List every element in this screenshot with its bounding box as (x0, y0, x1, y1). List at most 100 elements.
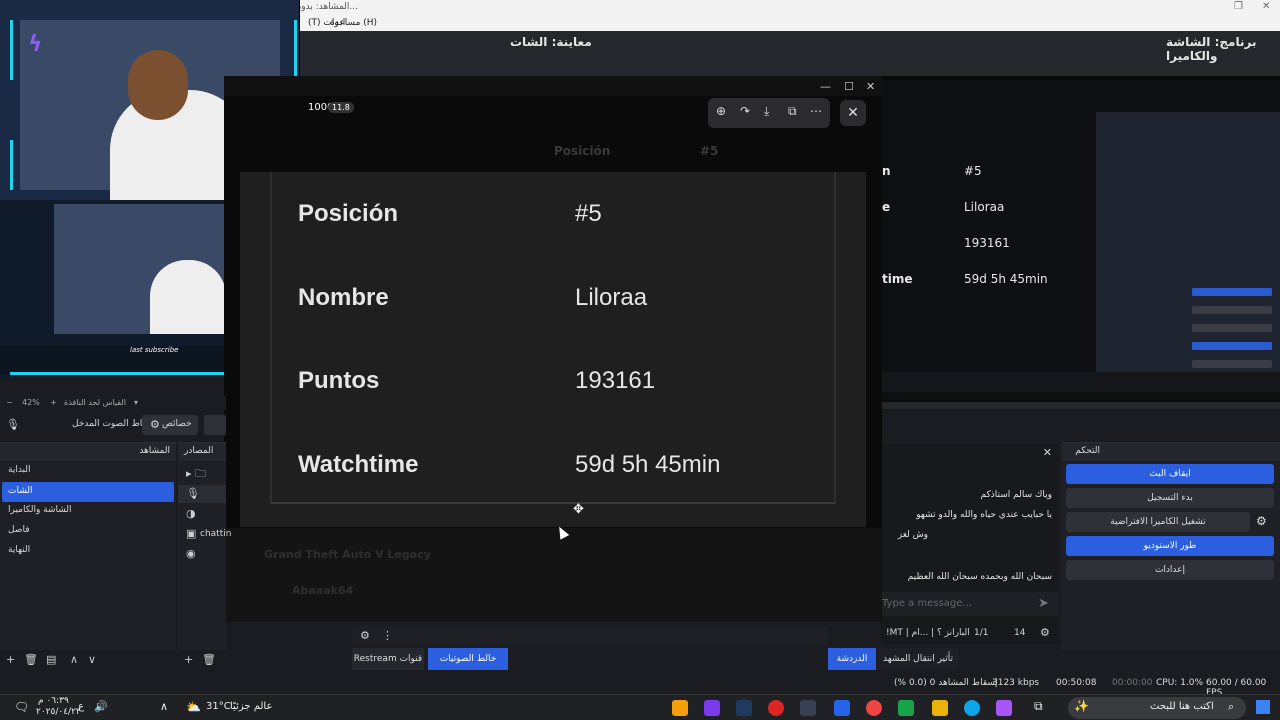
source-item[interactable]: 🎙 (178, 485, 226, 503)
maximize-icon[interactable]: ☐ (844, 80, 854, 93)
edge-icon[interactable] (964, 700, 980, 716)
rank-card-image: Posición #5 Nombre Liloraa Puntos 193161… (240, 172, 866, 527)
cpu-usage: CPU: 1.0% (1156, 678, 1204, 688)
obs-icon[interactable] (704, 700, 720, 716)
mic-icon[interactable]: 🎙 (6, 418, 20, 431)
weather-icon: ⛅ (186, 700, 201, 714)
filters-icon[interactable]: ▤ (46, 653, 56, 666)
download-icon[interactable]: ⤓ (764, 104, 769, 119)
scene-item[interactable]: الشاشة والكاميرا (2, 501, 174, 521)
move-down-icon[interactable]: ∨ (88, 653, 96, 666)
stop-streaming-button[interactable]: ايقاف البث (1066, 464, 1274, 484)
points-label: Puntos (298, 367, 380, 394)
add-source-icon[interactable]: + (184, 653, 193, 666)
program-row-value: Liloraa (964, 200, 1005, 214)
file-explorer-icon[interactable] (932, 700, 948, 716)
filters-button[interactable] (204, 415, 226, 435)
scene-item[interactable]: النهاية (2, 541, 174, 561)
watchtime-label: Watchtime (298, 451, 419, 478)
viewer-close-button[interactable]: ✕ (840, 100, 866, 126)
zoom-out-icon[interactable]: − (6, 398, 13, 407)
folder-icon[interactable]: ▸ 🗀 (186, 465, 206, 484)
source-item-label[interactable]: chattin (200, 529, 231, 539)
weather-temp[interactable]: 31°C (206, 701, 231, 712)
zoom-icon[interactable]: ⊕ (716, 104, 726, 118)
copilot-icon[interactable] (996, 700, 1012, 716)
move-up-icon[interactable]: ∧ (70, 653, 78, 666)
program-preview[interactable]: n #5 e Liloraa 193161 time 59d 5h 45min (882, 76, 1280, 402)
store-icon[interactable] (898, 700, 914, 716)
properties-button[interactable]: ⚙ خصائص (142, 415, 198, 435)
steam-icon[interactable] (736, 700, 752, 716)
more-icon[interactable]: ⋯ (810, 104, 822, 118)
scene-item[interactable]: البداية (2, 461, 174, 481)
camera-source-icon[interactable]: ◉ (186, 547, 196, 560)
studio-mode-button[interactable]: طور الاستوديو (1066, 536, 1274, 556)
last-subscribe-label: last subscribe (130, 346, 179, 354)
scenes-title: المشاهد (139, 446, 170, 456)
windows-start-icon[interactable] (1256, 700, 1270, 714)
zoom-in-icon[interactable]: + (50, 398, 57, 407)
app-icon[interactable] (800, 700, 816, 716)
faint-header-value: #5 (700, 144, 719, 158)
mic-icon: 🎙 (186, 487, 200, 500)
scene-item[interactable]: فاصل (2, 521, 174, 541)
points-value: 193161 (575, 367, 656, 394)
name-label: Nombre (298, 284, 389, 311)
sources-header: المصادر (178, 443, 226, 461)
close-icon[interactable]: ✕ (1262, 1, 1270, 12)
preview-label: معاينة: الشات (510, 35, 592, 49)
virtual-camera-button[interactable]: تشغيل الكاميرا الافتراضية (1066, 512, 1250, 532)
browser-source-icon[interactable]: ◑ (186, 507, 196, 520)
clock-date[interactable]: ٢٠٢٥/٠٤/٢٢ (36, 707, 81, 717)
speaker-icon[interactable]: 🔊 (94, 700, 108, 713)
settings-button[interactable]: إعدادات (1066, 560, 1274, 580)
outlook-icon[interactable] (834, 700, 850, 716)
chrome-icon[interactable] (866, 700, 882, 716)
minimize-icon[interactable]: — (820, 80, 831, 93)
weather-label[interactable]: عالم جزئيًا (230, 701, 272, 712)
image-source-icon[interactable]: ▣ (186, 527, 196, 540)
close-icon[interactable]: ✕ (866, 80, 875, 93)
app-icon[interactable] (672, 700, 688, 716)
scenes-dock: المشاهد البداية الشات الشاشة والكاميرا ف… (0, 442, 176, 666)
tab-restream[interactable]: Restream قنوات (352, 648, 424, 670)
menu-help[interactable]: مساعدة (H) (330, 18, 377, 28)
restore-icon[interactable]: ❐ (1234, 1, 1243, 12)
more-icon[interactable]: ⋮ (382, 629, 393, 642)
dock-tab-strip: Restream قنوات خالط الصوتيات (352, 648, 828, 670)
gear-icon[interactable]: ⚙ (1256, 514, 1267, 528)
chat-message: يا حبايب عندي حياه والله والدو تشهو (916, 510, 1052, 520)
tab-audio-mixer[interactable]: خالط الصوتيات (428, 648, 508, 670)
task-view-icon[interactable]: ⧉ (1034, 699, 1043, 714)
badge-likes: 11.8 (328, 102, 354, 113)
notifications-icon[interactable]: 🗨 (14, 700, 29, 714)
tab-chat[interactable]: الدردشة (828, 648, 876, 670)
scene-item-selected[interactable]: الشات (2, 482, 174, 502)
gear-icon[interactable]: ⚙ (1040, 626, 1050, 639)
language-indicator[interactable]: ع (78, 701, 84, 712)
start-recording-button[interactable]: بدء التسجيل (1066, 488, 1274, 508)
clock-time[interactable]: ٠٦:٣٩ م (38, 696, 69, 706)
close-icon[interactable]: ✕ (1043, 446, 1052, 459)
send-icon[interactable]: ➤ (1038, 596, 1049, 611)
tab-scene-transitions[interactable]: تأثير انتقال المشهد (878, 648, 958, 670)
taskbar-search[interactable]: ✨ اكتب هنا للبحث ⌕ (1068, 697, 1246, 719)
remove-source-icon[interactable]: 🗑 (202, 653, 216, 666)
add-scene-icon[interactable]: + (6, 653, 15, 666)
chevron-down-icon[interactable]: ▾ (134, 398, 138, 407)
app-icon[interactable] (768, 700, 784, 716)
source-controls-bar: 🎙 التقاط الصوت المدخل ⚙ خصائص (0, 414, 226, 436)
zoom-fit-label[interactable]: القياس لحد النافذة (64, 398, 126, 407)
chat-input[interactable]: Type a message... ➤ (882, 592, 1058, 616)
chevron-up-icon[interactable]: ∧ (160, 700, 168, 713)
open-external-icon[interactable]: ⧉ (788, 104, 797, 119)
windows-taskbar: 🗨 ٠٦:٣٩ م ٢٠٢٥/٠٤/٢٢ ع 🔊 ∧ ⛅ 31°C عالم ج… (0, 694, 1280, 720)
remove-scene-icon[interactable]: 🗑 (24, 653, 38, 666)
controls-header: التحكم (1062, 443, 1280, 461)
rotate-icon[interactable]: ↷ (740, 104, 750, 118)
program-screen: n #5 e Liloraa 193161 time 59d 5h 45min (882, 80, 1280, 400)
webcam-secondary-feed: last subscribe (0, 200, 226, 378)
sparkle-icon: ✨ (1074, 699, 1089, 713)
gear-icon[interactable]: ⚙ (360, 629, 370, 642)
